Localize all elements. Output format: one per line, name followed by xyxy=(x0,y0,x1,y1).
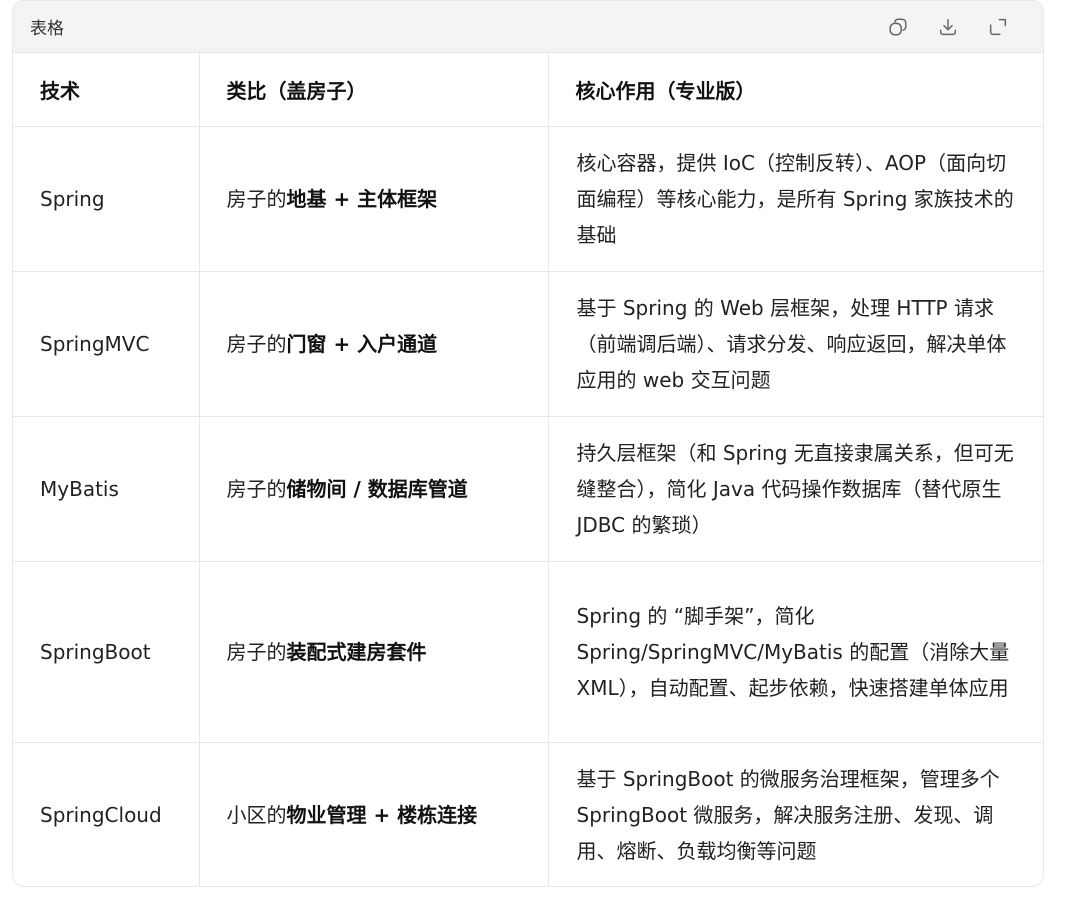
comparison-table: 技术 类比（盖房子） 核心作用（专业版） Spring 房子的地基 + 主体框架… xyxy=(13,53,1043,886)
column-header-analogy: 类比（盖房子） xyxy=(199,53,549,127)
column-header-role: 核心作用（专业版） xyxy=(548,53,1043,127)
download-icon xyxy=(939,18,957,35)
cell-description: Spring 的 “脚手架”，简化 Spring/SpringMVC/MyBat… xyxy=(548,561,1043,743)
expand-icon xyxy=(989,18,1007,35)
copy-icon xyxy=(889,17,907,36)
cell-description: 核心容器，提供 IoC（控制反转）、AOP（面向切面编程）等核心能力，是所有 S… xyxy=(548,126,1043,272)
analogy-prefix: 房子的 xyxy=(226,639,287,664)
table-row: SpringCloud 小区的物业管理 + 楼栋连接 基于 SpringBoot… xyxy=(13,742,1043,886)
table-card: 表格 技术 类比（盖房子） 核心作用（专业版） Spring 房子的地基 + 主… xyxy=(12,0,1044,887)
analogy-prefix: 房子的 xyxy=(226,331,287,356)
download-button[interactable] xyxy=(925,11,971,43)
cell-description: 基于 SpringBoot 的微服务治理框架，管理多个 SpringBoot 微… xyxy=(576,766,1000,863)
table-row: SpringMVC 房子的门窗 + 入户通道 基于 Spring 的 Web 层… xyxy=(13,271,1043,417)
table-card-title: 表格 xyxy=(30,19,64,39)
cell-analogy: 房子的储物间 / 数据库管道 xyxy=(199,416,549,562)
analogy-highlight: 储物间 / 数据库管道 xyxy=(286,476,468,501)
cell-analogy: 房子的地基 + 主体框架 xyxy=(199,126,549,272)
analogy-highlight: 装配式建房套件 xyxy=(286,639,427,664)
table-card-header: 表格 xyxy=(13,1,1043,53)
analogy-highlight: 门窗 + 入户通道 xyxy=(286,331,438,356)
cell-analogy: 房子的门窗 + 入户通道 xyxy=(199,271,549,417)
table-row: SpringBoot 房子的装配式建房套件 Spring 的 “脚手架”，简化 … xyxy=(13,561,1043,743)
column-header-tech: 技术 xyxy=(13,53,200,127)
analogy-prefix: 房子的 xyxy=(226,476,287,501)
cell-analogy: 小区的物业管理 + 楼栋连接 xyxy=(199,742,549,886)
analogy-highlight: 物业管理 + 楼栋连接 xyxy=(286,802,478,827)
cell-tech: MyBatis xyxy=(13,416,200,562)
table-row: Spring 房子的地基 + 主体框架 核心容器，提供 IoC（控制反转）、AO… xyxy=(13,126,1043,272)
cell-description: 基于 Spring 的 Web 层框架，处理 HTTP 请求（前端调后端）、请求… xyxy=(548,271,1043,417)
header-actions xyxy=(875,11,1021,43)
cell-tech: SpringCloud xyxy=(13,742,200,886)
analogy-highlight: 地基 + 主体框架 xyxy=(286,186,438,211)
analogy-prefix: 小区的 xyxy=(226,802,287,827)
cell-description: 持久层框架（和 Spring 无直接隶属关系，但可无缝整合），简化 Java 代… xyxy=(548,416,1043,562)
table-header-row: 技术 类比（盖房子） 核心作用（专业版） xyxy=(13,53,1043,127)
table-row: MyBatis 房子的储物间 / 数据库管道 持久层框架（和 Spring 无直… xyxy=(13,416,1043,562)
copy-button[interactable] xyxy=(875,11,921,43)
cell-tech: SpringMVC xyxy=(13,271,200,417)
cell-analogy: 房子的装配式建房套件 xyxy=(199,561,549,743)
cell-tech: SpringBoot xyxy=(13,561,200,743)
cell-tech: Spring xyxy=(13,126,200,272)
analogy-prefix: 房子的 xyxy=(226,186,287,211)
expand-button[interactable] xyxy=(975,11,1021,43)
